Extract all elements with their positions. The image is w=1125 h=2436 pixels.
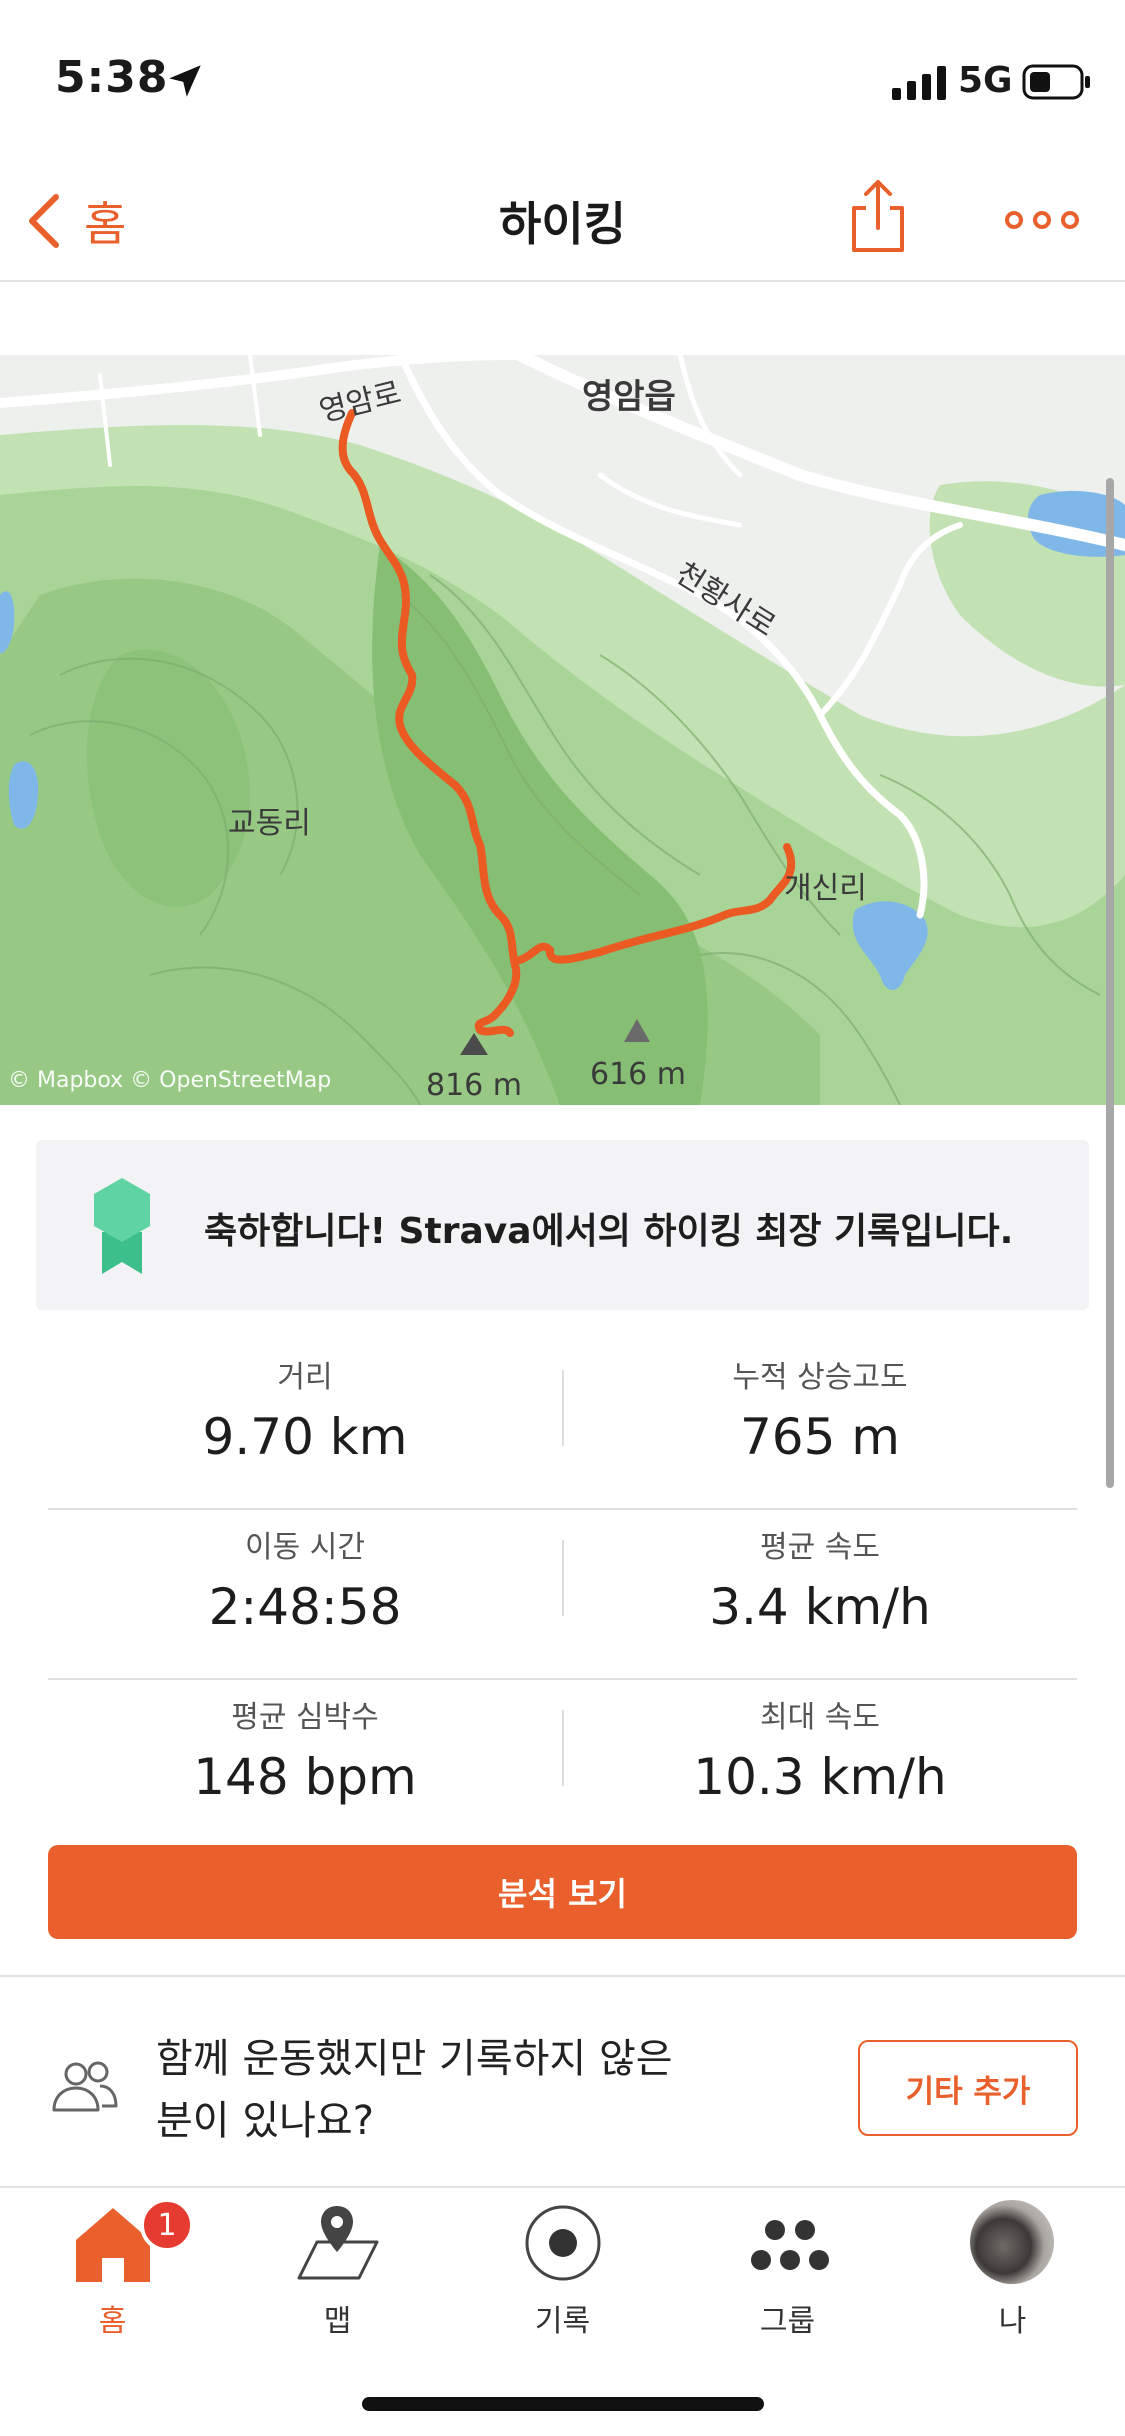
stat-value: 10.3 km/h <box>693 1748 947 1806</box>
tab-home[interactable]: 1 홈 <box>0 2188 225 2348</box>
tab-groups[interactable]: 그룹 <box>675 2188 900 2348</box>
stat-label: 평균 심박수 <box>231 1700 379 1735</box>
stats-row: 평균 심박수 148 bpm 최대 속도 10.3 km/h <box>48 1680 1077 1850</box>
back-button[interactable]: 홈 <box>24 186 126 256</box>
stats-grid: 거리 9.70 km 누적 상승고도 765 m 이동 시간 2:48:58 평… <box>48 1340 1077 1850</box>
map-icon <box>297 2206 379 2280</box>
stats-row: 이동 시간 2:48:58 평균 속도 3.4 km/h <box>48 1510 1077 1680</box>
view-analysis-button[interactable]: 분석 보기 <box>48 1845 1077 1939</box>
achievement-text: 축하합니다! Strava에서의 하이킹 최장 기록입니다. <box>204 1211 1014 1252</box>
stat-elevation-gain: 누적 상승고도 765 m <box>563 1340 1077 1466</box>
stat-distance: 거리 9.70 km <box>48 1340 562 1466</box>
section-divider <box>0 1975 1125 1977</box>
tab-map[interactable]: 맵 <box>225 2188 450 2348</box>
stat-max-speed: 최대 속도 10.3 km/h <box>563 1680 1077 1806</box>
stat-label: 누적 상승고도 <box>732 1360 908 1395</box>
map-label-peak-816: 816 m <box>426 1068 523 1103</box>
avatar <box>970 2200 1054 2284</box>
stat-avg-speed: 평균 속도 3.4 km/h <box>563 1510 1077 1636</box>
stat-value: 148 bpm <box>193 1748 417 1806</box>
stat-moving-time: 이동 시간 2:48:58 <box>48 1510 562 1636</box>
stat-value: 3.4 km/h <box>709 1578 931 1636</box>
signal-icon <box>892 66 946 100</box>
groups-icon <box>751 2220 829 2270</box>
stat-label: 거리 <box>277 1360 333 1395</box>
back-label: 홈 <box>84 197 127 251</box>
stats-row: 거리 9.70 km 누적 상승고도 765 m <box>48 1340 1077 1510</box>
together-prompt: 함께 운동했지만 기록하지 않은 분이 있나요? <box>156 2028 716 2152</box>
battery-icon <box>1022 64 1090 100</box>
stat-value: 9.70 km <box>202 1408 408 1466</box>
map-label-gaesin: 개신리 <box>784 871 867 906</box>
tab-label: 홈 <box>98 2304 127 2339</box>
map-label-gyodong: 교동리 <box>228 806 311 841</box>
map-attribution: © Mapbox © OpenStreetMap <box>8 1068 332 1093</box>
stat-value: 765 m <box>739 1408 901 1466</box>
stat-label: 이동 시간 <box>245 1530 365 1565</box>
scrollbar[interactable] <box>1106 478 1114 1488</box>
add-others-button[interactable]: 기타 추가 <box>858 2040 1078 2136</box>
more-options-icon[interactable] <box>1002 190 1082 250</box>
map-label-peak-616: 616 m <box>590 1057 687 1092</box>
status-bar: 5:38 5G <box>0 0 1125 160</box>
page-title: 하이킹 <box>499 197 626 251</box>
tab-label: 기록 <box>534 2304 591 2339</box>
stat-label: 최대 속도 <box>760 1700 880 1735</box>
share-icon[interactable] <box>848 178 908 254</box>
record-icon <box>525 2205 601 2281</box>
achievement-badge-icon <box>94 1178 150 1274</box>
stat-value: 2:48:58 <box>208 1578 402 1636</box>
together-prompt-line1: 함께 운동했지만 기록하지 않은 <box>156 2036 673 2082</box>
tab-label: 맵 <box>323 2304 352 2339</box>
map-label-town: 영암읍 <box>582 377 676 417</box>
status-time: 5:38 <box>55 52 169 103</box>
home-indicator[interactable] <box>362 2397 764 2411</box>
tab-label: 나 <box>998 2304 1027 2339</box>
location-arrow-icon <box>169 65 201 97</box>
people-icon <box>52 2061 118 2112</box>
chevron-left-icon <box>29 194 59 248</box>
route-map[interactable]: 영암로 영암읍 천황사로 교동리 개신리 816 m 616 m © Mapbo… <box>0 355 1125 1105</box>
nav-bar: 하이킹 홈 <box>0 160 1125 282</box>
map-canvas <box>0 355 1125 1105</box>
achievement-banner: 축하합니다! Strava에서의 하이킹 최장 기록입니다. <box>36 1140 1089 1310</box>
network-type: 5G <box>958 60 1013 101</box>
tab-label: 그룹 <box>759 2304 816 2339</box>
stat-avg-heart-rate: 평균 심박수 148 bpm <box>48 1680 562 1806</box>
notification-badge: 1 <box>140 2198 194 2252</box>
together-prompt-line2: 분이 있나요? <box>156 2098 374 2144</box>
tab-profile[interactable]: 나 <box>900 2188 1125 2348</box>
tab-record[interactable]: 기록 <box>450 2188 675 2348</box>
stat-label: 평균 속도 <box>760 1530 880 1565</box>
